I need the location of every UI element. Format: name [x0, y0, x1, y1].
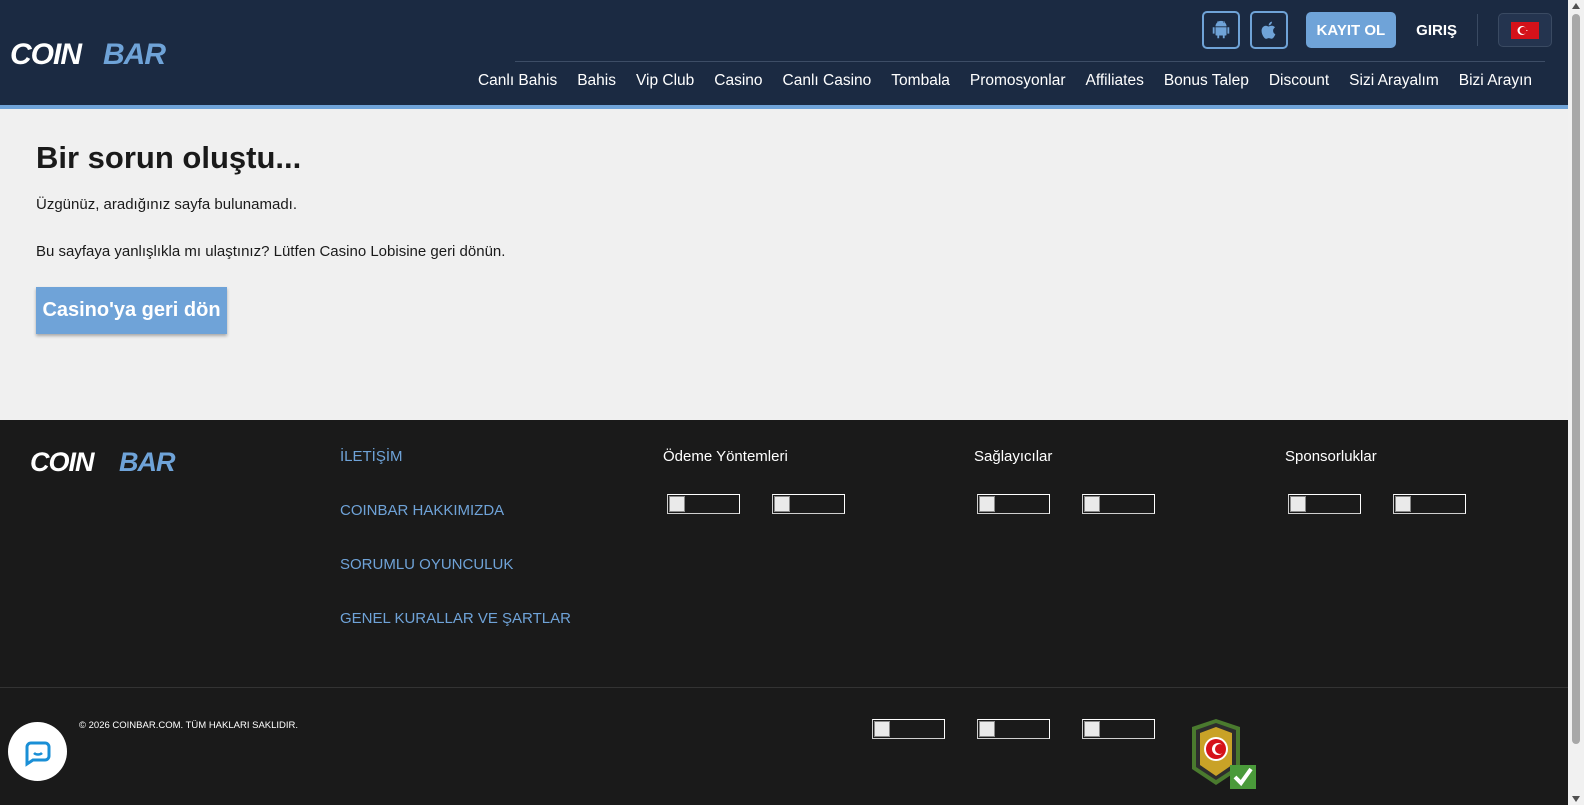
back-to-casino-button[interactable]: Casino'ya geri dön — [36, 287, 227, 334]
nav-item-canli-casino[interactable]: Canlı Casino — [773, 72, 882, 90]
nav-item-discount[interactable]: Discount — [1259, 72, 1339, 90]
footer-link-genel-kurallar[interactable]: GENEL KURALLAR VE ŞARTLAR — [340, 610, 571, 628]
license-logo-image[interactable] — [977, 719, 1050, 739]
header-divider — [1477, 14, 1478, 46]
nav-item-bonus-talep[interactable]: Bonus Talep — [1154, 72, 1259, 90]
header-actions: KAYIT OL GIRIŞ — [1201, 11, 1552, 49]
nav-item-bizi-arayin[interactable]: Bizi Arayın — [1449, 72, 1542, 90]
live-chat-button[interactable] — [8, 722, 67, 781]
sponsor-logo-image[interactable] — [1393, 494, 1466, 514]
error-content: Bir sorun oluştu... Üzgünüz, aradığınız … — [36, 140, 505, 334]
footer-link-sorumlu-oyunculuk[interactable]: SORUMLU OYUNCULUK — [340, 556, 571, 574]
site-footer: COIN BAR İLETİŞİM COINBAR HAKKIMIZDA SOR… — [0, 420, 1568, 805]
nav-item-bahis[interactable]: Bahis — [567, 72, 626, 90]
register-button[interactable]: KAYIT OL — [1305, 12, 1397, 48]
nav-item-affiliates[interactable]: Affiliates — [1076, 72, 1154, 90]
footer-links: İLETİŞİM COINBAR HAKKIMIZDA SORUMLU OYUN… — [340, 448, 571, 664]
sponsors-title: Sponsorluklar — [1285, 448, 1377, 465]
page-scrollbar[interactable] — [1568, 0, 1584, 805]
license-logo-image[interactable] — [872, 719, 945, 739]
nav-item-casino[interactable]: Casino — [704, 72, 772, 90]
main-nav: Canlı Bahis Bahis Vip Club Casino Canlı … — [468, 72, 1542, 90]
android-app-button[interactable] — [1201, 11, 1240, 49]
nav-item-promosyonlar[interactable]: Promosyonlar — [960, 72, 1076, 90]
turkey-flag-icon — [1511, 21, 1539, 39]
scroll-up-arrow-icon[interactable] — [1572, 3, 1580, 9]
android-icon — [1212, 20, 1229, 39]
sponsor-logo-image[interactable] — [1288, 494, 1361, 514]
payment-methods-title: Ödeme Yöntemleri — [663, 448, 788, 465]
license-logo-image[interactable] — [1082, 719, 1155, 739]
svg-text:BAR: BAR — [103, 38, 166, 68]
error-hint: Bu sayfaya yanlışlıkla mı ulaştınız? Lüt… — [36, 243, 506, 260]
providers-title: Sağlayıcılar — [974, 448, 1053, 465]
footer-link-hakkimizda[interactable]: COINBAR HAKKIMIZDA — [340, 502, 571, 520]
header-accent-bar — [0, 105, 1568, 109]
nav-divider — [515, 61, 1545, 62]
scrollbar-thumb[interactable] — [1572, 14, 1580, 744]
provider-logo-image[interactable] — [1082, 494, 1155, 514]
footer-link-iletisim[interactable]: İLETİŞİM — [340, 448, 571, 466]
copyright-text: © 2026 COINBAR.COM. TÜM HAKLARI SAKLIDIR… — [79, 720, 299, 731]
nav-item-vip-club[interactable]: Vip Club — [626, 72, 704, 90]
chat-icon — [25, 741, 50, 767]
svg-text:COIN: COIN — [30, 448, 95, 474]
page-title: Bir sorun oluştu... — [36, 140, 302, 175]
svg-text:COIN: COIN — [10, 38, 83, 68]
payment-logo-image[interactable] — [667, 494, 740, 514]
provider-logo-image[interactable] — [977, 494, 1050, 514]
login-button[interactable]: GIRIŞ — [1416, 22, 1457, 39]
license-seal-icon[interactable] — [1190, 719, 1258, 791]
scroll-down-arrow-icon[interactable] — [1572, 796, 1580, 802]
nav-item-tombala[interactable]: Tombala — [881, 72, 960, 90]
svg-text:BAR: BAR — [119, 448, 176, 474]
footer-divider — [0, 687, 1568, 688]
payment-logo-image[interactable] — [772, 494, 845, 514]
error-message: Üzgünüz, aradığınız sayfa bulunamadı. — [36, 196, 297, 213]
nav-item-sizi-arayalim[interactable]: Sizi Arayalım — [1339, 72, 1449, 90]
language-selector[interactable] — [1498, 13, 1552, 47]
nav-item-canli-bahis[interactable]: Canlı Bahis — [468, 72, 567, 90]
site-header: COIN BAR KAYIT OL GIRIŞ Canlı Bahis Bahi… — [0, 0, 1568, 105]
footer-coinbar-logo[interactable]: COIN BAR — [30, 448, 220, 474]
coinbar-logo[interactable]: COIN BAR — [10, 38, 202, 68]
apple-icon — [1261, 21, 1275, 39]
ios-app-button[interactable] — [1249, 11, 1288, 49]
